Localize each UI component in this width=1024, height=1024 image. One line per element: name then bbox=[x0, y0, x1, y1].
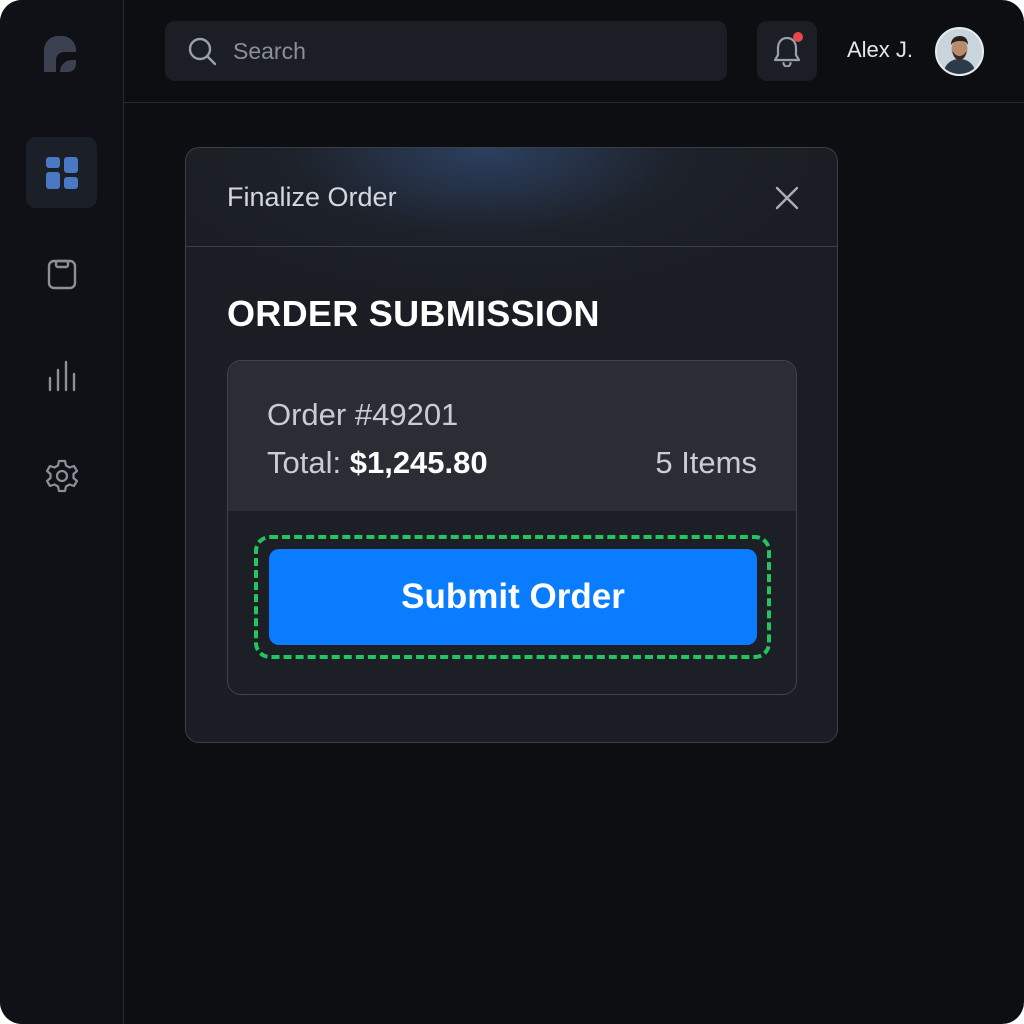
section-title: ORDER SUBMISSION bbox=[227, 293, 600, 334]
sidebar-item-settings[interactable] bbox=[26, 440, 97, 511]
sidebar-item-orders[interactable] bbox=[26, 238, 97, 309]
close-icon bbox=[775, 186, 799, 210]
total-amount: $1,245.80 bbox=[349, 445, 488, 480]
topbar-divider bbox=[123, 102, 1024, 103]
items-count: 5 Items bbox=[655, 445, 757, 480]
total-label: Total: bbox=[267, 445, 350, 480]
settings-icon bbox=[45, 459, 78, 492]
clipboard-icon bbox=[47, 259, 76, 289]
close-button[interactable] bbox=[772, 183, 802, 213]
sidebar bbox=[0, 0, 124, 1024]
search-icon bbox=[188, 37, 217, 66]
search-bar[interactable] bbox=[165, 21, 727, 81]
notification-badge bbox=[793, 32, 803, 42]
dashboard-icon bbox=[45, 156, 78, 189]
order-total: Total: $1,245.80 bbox=[267, 445, 488, 481]
avatar[interactable] bbox=[935, 27, 984, 76]
search-input[interactable] bbox=[231, 36, 695, 66]
order-number: Order #49201 bbox=[267, 397, 459, 432]
user-name[interactable]: Alex J. bbox=[847, 37, 913, 63]
sidebar-item-analytics[interactable] bbox=[26, 340, 97, 411]
notifications-button[interactable] bbox=[757, 21, 817, 81]
chart-icon bbox=[48, 360, 75, 391]
sidebar-item-dashboard[interactable] bbox=[26, 137, 97, 208]
modal-header: Finalize Order bbox=[186, 148, 837, 247]
submit-order-button[interactable]: Submit Order bbox=[269, 549, 757, 645]
order-info: Order #49201 Total: $1,245.80 5 Items bbox=[228, 361, 796, 511]
logo-icon bbox=[40, 32, 82, 74]
modal-title: Finalize Order bbox=[227, 182, 397, 212]
app-window: Alex J. Finalize Order ORDER SUBMISSION … bbox=[0, 0, 1024, 1024]
order-summary-card: Order #49201 Total: $1,245.80 5 Items Su… bbox=[227, 360, 797, 695]
finalize-order-modal: Finalize Order ORDER SUBMISSION Order #4… bbox=[185, 147, 838, 743]
